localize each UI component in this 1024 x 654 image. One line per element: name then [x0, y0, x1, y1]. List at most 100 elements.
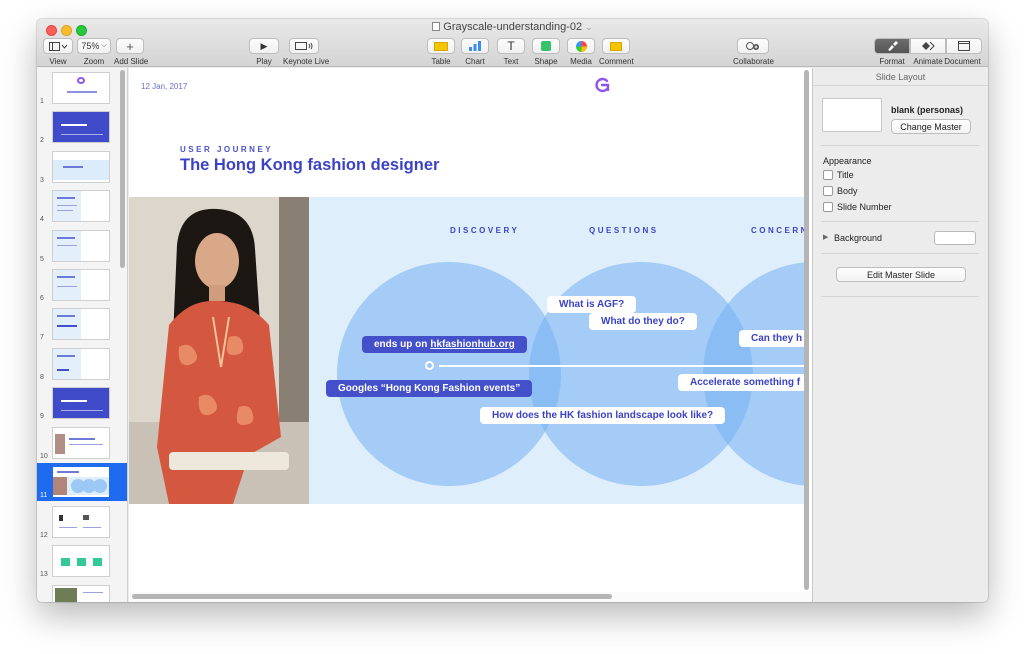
slide-thumbnail-8[interactable]: 8 — [37, 345, 127, 383]
animate-button[interactable] — [910, 38, 946, 54]
edit-master-label: Edit Master Slide — [866, 269, 936, 280]
collaborate-control[interactable]: Collaborate — [733, 38, 774, 66]
slide-thumbnail-6[interactable]: 6 — [37, 266, 127, 304]
slide-date: 12 Jan, 2017 — [141, 82, 188, 91]
slide-thumbnail-1[interactable]: 1 — [37, 69, 127, 107]
edit-master-slide-button[interactable]: Edit Master Slide — [836, 267, 966, 282]
text-button[interactable]: T — [497, 38, 525, 54]
document-button[interactable] — [946, 38, 982, 54]
media-control[interactable]: Media — [567, 38, 595, 66]
slide-thumbnail-2[interactable]: 2 — [37, 108, 127, 146]
concern-bubble-can-they[interactable]: Can they h — [739, 330, 804, 347]
question-bubble-what-is-agf[interactable]: What is AGF? — [547, 296, 637, 313]
chart-control[interactable]: Chart — [461, 38, 489, 66]
media-button[interactable] — [567, 38, 595, 54]
format-button[interactable] — [874, 38, 910, 54]
slide-number-checkbox[interactable] — [823, 202, 833, 212]
title-option-label: Title — [837, 170, 854, 180]
chart-icon — [469, 41, 481, 51]
question-bubble-what-do-they-do[interactable]: What do they do? — [589, 313, 697, 330]
view-control[interactable]: View — [43, 38, 73, 66]
canvas-horizontal-scrollbar[interactable] — [132, 594, 612, 599]
chart-label: Chart — [465, 57, 485, 66]
document-panel-icon — [958, 41, 970, 51]
slide-thumbnail-5[interactable]: 5 — [37, 227, 127, 265]
slide-eyebrow: USER JOURNEY — [180, 145, 274, 154]
title-bar: Grayscale-understanding-02 ⌄ View 75% ⌵ Z… — [37, 19, 988, 67]
window-title[interactable]: Grayscale-understanding-02 ⌄ — [37, 21, 988, 33]
background-color-well[interactable] — [934, 231, 976, 245]
slide-thumbnail-4[interactable]: 4 — [37, 187, 127, 225]
shape-button[interactable] — [532, 38, 560, 54]
comment-button[interactable] — [602, 38, 630, 54]
slide-thumbnail-9[interactable]: 9 — [37, 384, 127, 422]
add-slide-control[interactable]: + Add Slide — [114, 38, 148, 66]
document-icon — [432, 22, 441, 31]
slide-heading: The Hong Kong fashion designer — [180, 156, 440, 174]
discovery-bubble-googles[interactable]: Googles “Hong Kong Fashion events” — [326, 380, 533, 397]
keynote-window: Grayscale-understanding-02 ⌄ View 75% ⌵ Z… — [37, 19, 988, 602]
collaborate-button[interactable] — [737, 38, 769, 54]
body-checkbox[interactable] — [823, 186, 833, 196]
slide-thumbnail-14-partial[interactable] — [37, 582, 127, 602]
concern-bubble-accelerate[interactable]: Accelerate something f — [678, 374, 804, 391]
keynote-live-control[interactable]: Keynote Live — [283, 38, 329, 66]
change-master-label: Change Master — [900, 121, 962, 132]
animate-control[interactable]: Animate — [910, 38, 946, 66]
shape-control[interactable]: Shape — [532, 38, 560, 66]
slide-thumbnail-7[interactable]: 7 — [37, 305, 127, 343]
change-master-button[interactable]: Change Master — [891, 119, 971, 134]
zoom-dropdown[interactable]: 75% ⌵ — [77, 38, 111, 54]
add-slide-button[interactable]: + — [116, 38, 144, 54]
journey-timeline — [439, 365, 804, 367]
disclosure-triangle-icon[interactable]: ▶ — [823, 233, 828, 241]
thumbnail-preview — [52, 151, 110, 183]
play-button[interactable]: ▶ — [249, 38, 279, 54]
text-label: Text — [503, 57, 519, 66]
thumbnail-preview — [52, 190, 110, 222]
divider — [821, 145, 979, 146]
background-label[interactable]: Background — [834, 233, 882, 243]
text-control[interactable]: T Text — [497, 38, 525, 66]
slide-canvas[interactable]: 12 Jan, 2017 USER JOURNEY The Hong Kong … — [129, 68, 812, 602]
slide-navigator[interactable]: 1 2 3 4 5 6 7 8 9 10 11 12 13 — [37, 68, 128, 602]
slide-number: 11 — [40, 492, 48, 499]
slide-thumbnail-11-selected[interactable]: 11 — [37, 463, 127, 501]
title-checkbox[interactable] — [823, 170, 833, 180]
grayscale-logo-icon — [595, 77, 610, 93]
navigator-scrollbar[interactable] — [120, 70, 125, 268]
slide-thumbnail-10[interactable]: 10 — [37, 424, 127, 462]
keynote-live-button[interactable] — [289, 38, 319, 54]
canvas-vertical-scrollbar[interactable] — [804, 70, 809, 590]
format-control[interactable]: Format — [874, 38, 910, 66]
document-label: Document — [944, 57, 981, 66]
slide-thumbnail-3[interactable]: 3 — [37, 148, 127, 186]
logo-mini-icon — [77, 77, 85, 84]
animate-icon — [922, 41, 935, 51]
keynote-live-label: Keynote Live — [283, 57, 330, 66]
play-control[interactable]: ▶ Play — [249, 38, 279, 66]
chevron-down-icon: ⌵ — [101, 42, 107, 49]
bubble-text: ends up on — [374, 339, 428, 350]
slide-thumbnail-12[interactable]: 12 — [37, 503, 127, 541]
title-chevron-icon: ⌄ — [585, 22, 593, 32]
bubble-text: What is AGF? — [559, 299, 625, 310]
view-button[interactable] — [43, 38, 73, 54]
document-control[interactable]: Document — [944, 38, 982, 66]
table-control[interactable]: Table — [427, 38, 455, 66]
zoom-control[interactable]: 75% ⌵ Zoom — [77, 38, 111, 66]
hkfashionhub-link[interactable]: hkfashionhub.org — [430, 339, 514, 350]
slide[interactable]: 12 Jan, 2017 USER JOURNEY The Hong Kong … — [129, 68, 804, 602]
collaborate-icon — [746, 42, 759, 50]
body-option-label: Body — [837, 186, 858, 196]
master-preview[interactable] — [822, 98, 882, 132]
table-button[interactable] — [427, 38, 455, 54]
discovery-bubble-ends-up-on[interactable]: ends up on hkfashionhub.org — [362, 336, 527, 353]
thumbnail-preview — [52, 230, 110, 262]
slide-number: 12 — [40, 532, 48, 539]
format-inspector: Slide Layout blank (personas) Change Mas… — [812, 68, 988, 602]
comment-control[interactable]: Comment — [599, 38, 634, 66]
slide-thumbnail-13[interactable]: 13 — [37, 542, 127, 580]
chart-button[interactable] — [461, 38, 489, 54]
question-bubble-landscape[interactable]: How does the HK fashion landscape look l… — [480, 407, 726, 424]
